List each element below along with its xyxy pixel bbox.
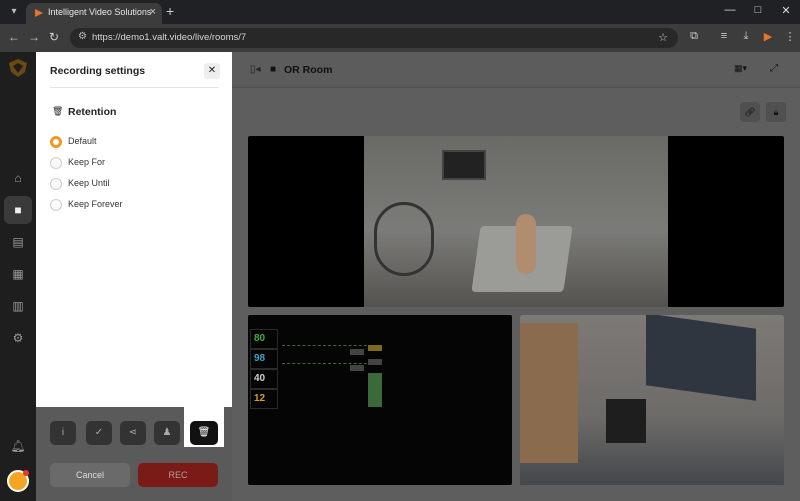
bookmark-star-icon[interactable]: ☆ [658, 31, 668, 44]
room-title: OR Room [284, 64, 333, 76]
link-icon[interactable]: 🔗︎ [740, 102, 760, 122]
users-button[interactable]: ♟ [154, 421, 180, 445]
radio-button[interactable] [50, 157, 62, 169]
delete-highlight: 🗑︎ [184, 407, 224, 447]
rec-button[interactable]: REC [138, 463, 218, 487]
layout-grid-icon[interactable]: ▦▾ [734, 63, 747, 74]
valt-logo-icon [9, 59, 27, 77]
forward-icon[interactable]: → [26, 30, 42, 44]
valt-extension-icon[interactable]: ▶ [760, 30, 776, 43]
tab-close-icon[interactable]: × [150, 6, 156, 18]
valt-favicon-icon [35, 9, 43, 17]
hospital-room-scene [364, 136, 668, 307]
retention-option-keep-for[interactable]: Keep For [50, 155, 220, 171]
delete-button[interactable]: 🗑︎ [190, 421, 218, 445]
cancel-button[interactable]: Cancel [50, 463, 130, 487]
camera-icon[interactable]: ■ [4, 196, 32, 224]
camera-feed-room[interactable] [520, 315, 784, 485]
site-settings-icon[interactable]: ⚙ [78, 31, 87, 42]
manikin [516, 214, 536, 274]
new-tab-icon[interactable]: + [166, 3, 174, 19]
check-button[interactable]: ✓ [86, 421, 112, 445]
app-root: ⌂ ■ ▤ ▦ ▥ ⚙ 🔔︎ Recording settings ✕ 🗑︎ R… [0, 52, 800, 501]
option-label: Default [68, 136, 97, 146]
panel-title: Recording settings [50, 65, 146, 77]
patient-monitor [442, 150, 486, 180]
left-nav: ⌂ ■ ▤ ▦ ▥ ⚙ 🔔︎ [0, 52, 36, 501]
retention-heading: Retention [68, 106, 117, 118]
ecg-waveform [282, 345, 372, 346]
collapse-sidebar-icon[interactable]: ▯◂ [250, 64, 261, 75]
retention-option-default[interactable]: Default [50, 134, 220, 150]
browser-toolbar: ← → ↻ ⚙ https://demo1.valt.video/live/ro… [0, 24, 800, 52]
tab-search-icon[interactable]: ▾ [6, 4, 22, 20]
notification-dot [23, 470, 29, 476]
monitor-panel [368, 373, 382, 407]
pleth-waveform [282, 363, 372, 364]
recording-actions: i ✓ ⋖ ♟ 🗑︎ Cancel REC [36, 407, 232, 501]
schedule-icon[interactable]: ▦ [4, 260, 32, 288]
option-label: Keep Forever [68, 199, 123, 209]
home-icon[interactable]: ⌂ [4, 164, 32, 192]
back-icon[interactable]: ← [6, 30, 22, 44]
vital-value-resp: 40 [254, 373, 266, 384]
notifications-icon[interactable]: 🔔︎ [4, 432, 32, 460]
monitor-control [350, 349, 364, 355]
option-label: Keep For [68, 157, 106, 167]
radio-button[interactable] [50, 136, 62, 148]
info-button[interactable]: i [50, 421, 76, 445]
avatar[interactable] [7, 470, 29, 492]
desk [606, 399, 646, 443]
analytics-icon[interactable]: ▥ [4, 292, 32, 320]
trash-icon: 🗑︎ [52, 106, 64, 116]
radio-button[interactable] [50, 199, 62, 211]
video-camera-icon: ■ [270, 64, 277, 75]
camera-feed-main[interactable] [248, 136, 784, 307]
reload-icon[interactable]: ↻ [46, 30, 62, 44]
window-close-icon[interactable]: ✕ [772, 4, 800, 17]
recordings-icon[interactable]: ▤ [4, 228, 32, 256]
media-controls-icon[interactable]: ≡ [716, 30, 732, 42]
vital-value-temp: 12 [254, 393, 266, 404]
tab-title: Intelligent Video Solutions [48, 7, 152, 17]
address-bar[interactable]: ⚙ https://demo1.valt.video/live/rooms/7 … [70, 28, 678, 48]
room-header: ▯◂ ■ OR Room ▦▾ ⤢ [232, 52, 800, 88]
fullscreen-icon[interactable]: ⤢ [770, 63, 778, 74]
monitor-control [350, 365, 364, 371]
wheelchair [374, 202, 434, 276]
lock-icon[interactable]: 🔒︎ [766, 102, 786, 122]
close-panel-button[interactable]: ✕ [204, 63, 220, 79]
monitor-control [368, 345, 382, 351]
retention-option-keep-until[interactable]: Keep Until [50, 176, 220, 192]
browser-tab[interactable]: Intelligent Video Solutions × [26, 3, 162, 24]
divider [50, 87, 218, 88]
maximize-icon[interactable]: □ [744, 4, 772, 16]
browser-tab-bar: ▾ Intelligent Video Solutions × + — □ ✕ [0, 0, 800, 24]
camera-feed-vitals[interactable]: 80 98 40 12 [248, 315, 512, 485]
url-text: https://demo1.valt.video/live/rooms/7 [92, 32, 247, 43]
share-button[interactable]: ⋖ [120, 421, 146, 445]
retention-option-keep-forever[interactable]: Keep Forever [50, 197, 220, 213]
download-icon[interactable]: ⤓ [738, 30, 754, 43]
radio-button[interactable] [50, 178, 62, 190]
settings-icon[interactable]: ⚙ [4, 324, 32, 352]
vital-value-hr: 80 [254, 333, 266, 344]
monitor-control [368, 359, 382, 365]
minimize-icon[interactable]: — [716, 4, 744, 16]
option-label: Keep Until [68, 178, 110, 188]
recording-settings-panel: Recording settings ✕ 🗑︎ Retention Defaul… [36, 52, 232, 407]
browser-menu-icon[interactable]: ⋮ [782, 30, 798, 43]
extensions-icon[interactable]: ⧉ [686, 30, 702, 43]
live-room-view: ▯◂ ■ OR Room ▦▾ ⤢ 🔗︎ 🔒︎ 80 98 40 12 [232, 52, 800, 501]
door [520, 323, 578, 463]
vital-value-spo2: 98 [254, 353, 266, 364]
